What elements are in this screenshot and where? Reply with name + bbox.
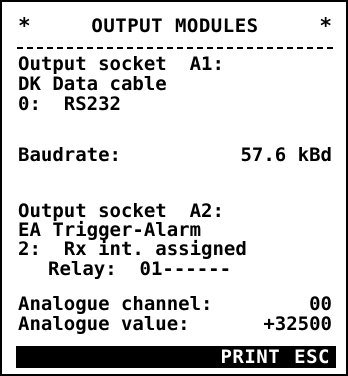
socket-a1-module: DK Data cable [18, 73, 167, 95]
socket-a2-relay: Relay: 01------ [48, 258, 232, 280]
baudrate-label: Baudrate: [18, 144, 121, 166]
header-divider [17, 47, 333, 49]
softkey-bar: PRINT ESC [16, 346, 336, 368]
socket-a1-mode: 0: RS232 [18, 93, 121, 115]
socket-a1-heading: Output socket A1: [18, 53, 224, 75]
header-star-right: * [319, 14, 332, 38]
output-modules-display: * OUTPUT MODULES * Output socket A1: DK … [0, 0, 348, 376]
analogue-channel-row: Analogue channel: 00 [18, 295, 332, 314]
analogue-value: +32500 [263, 313, 332, 335]
socket-a2-mode: 2: Rx int. assigned [18, 238, 247, 260]
esc-button[interactable]: ESC [294, 347, 330, 367]
analogue-channel-label: Analogue channel: [18, 293, 213, 315]
analogue-value-label: Analogue value: [18, 313, 190, 335]
analogue-value-row: Analogue value: +32500 [18, 315, 332, 334]
print-button[interactable]: PRINT [220, 347, 280, 367]
analogue-channel-value: 00 [309, 293, 332, 315]
baudrate-value: 57.6 kBd [240, 144, 332, 166]
screen-header: * OUTPUT MODULES * [18, 14, 332, 39]
screen-title: OUTPUT MODULES [91, 15, 259, 37]
baudrate-row: Baudrate: 57.6 kBd [18, 146, 332, 165]
